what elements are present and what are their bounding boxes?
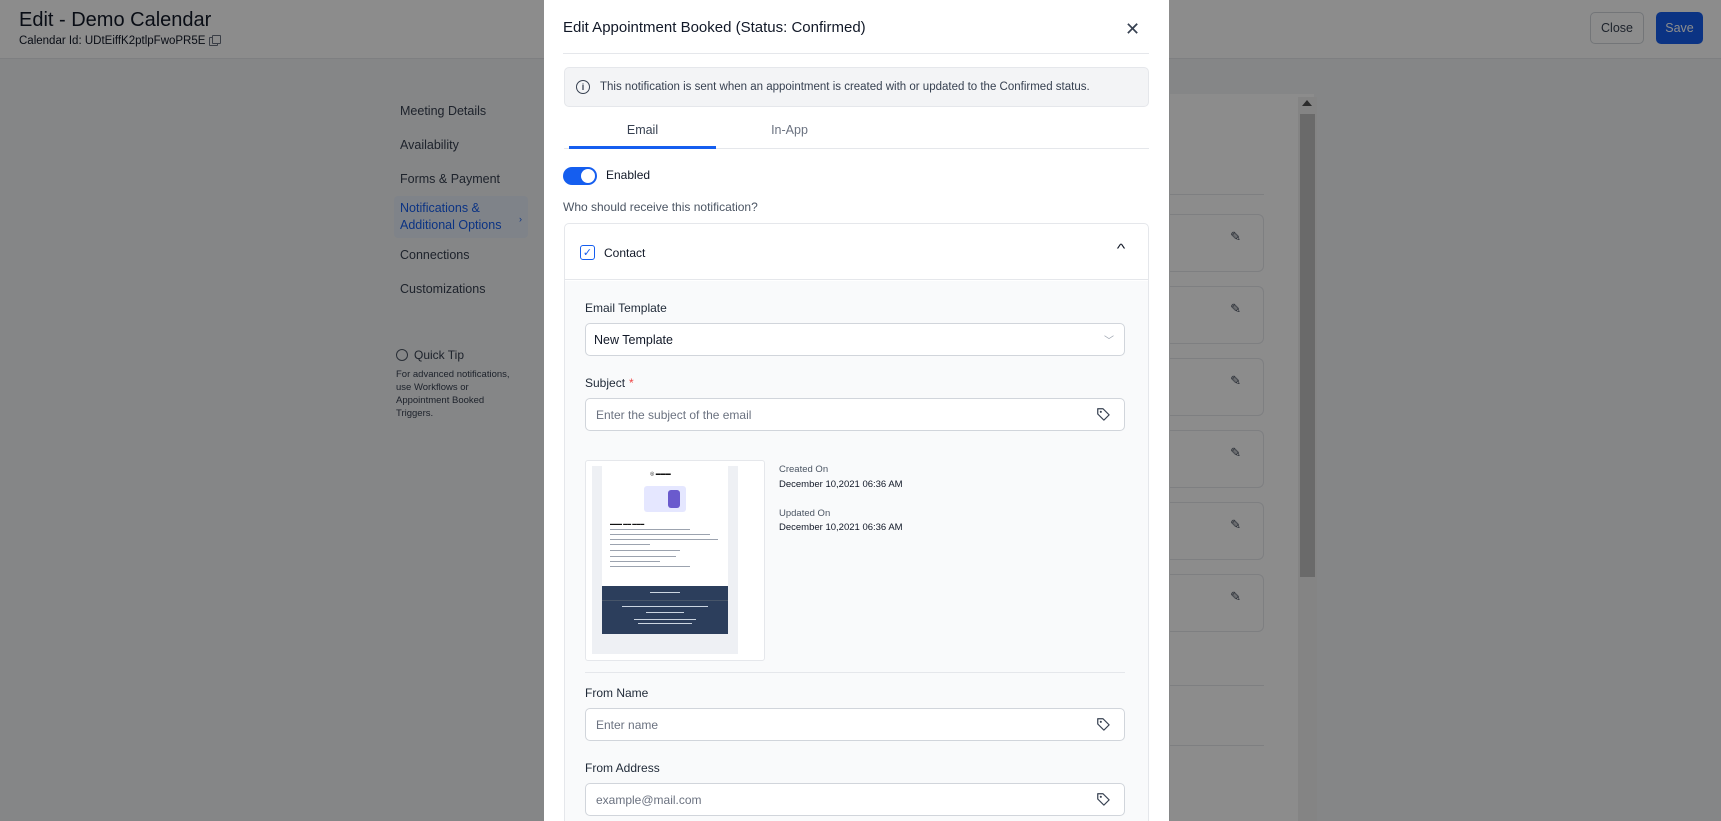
template-preview-thumbnail[interactable]: ◎ ▬▬▬ ▬▬▬ ▬▬ ▬▬▬ [585,460,765,661]
template-preview-page: ◎ ▬▬▬ ▬▬▬ ▬▬ ▬▬▬ [602,466,728,596]
preview-footer-line [602,600,728,601]
preview-line [610,529,690,530]
email-template-select[interactable]: New Template ﹀ [585,323,1125,356]
preview-footer-line [650,592,680,593]
contact-checkbox[interactable]: ✓ [580,245,595,260]
preview-line [610,534,710,535]
contact-section: ✓ Contact ^ Email Template New Template … [564,223,1149,821]
from-address-label: From Address [585,761,660,775]
preview-logo: ◎ ▬▬▬ [650,471,671,477]
preview-line [610,561,660,562]
preview-footer-line [638,623,692,624]
updated-on-label: Updated On [779,508,831,519]
contact-label: Contact [604,246,646,260]
preview-footer [602,586,728,634]
tag-icon[interactable] [1096,717,1110,731]
subject-input[interactable]: Enter the subject of the email [585,398,1125,431]
from-name-placeholder: Enter name [596,717,659,732]
preview-line [610,550,680,551]
subject-label-text: Subject [585,376,626,390]
updated-on-value: December 10,2021 06:36 AM [779,522,903,533]
tab-in-app[interactable]: In-App [716,120,863,149]
created-on-label: Created On [779,464,829,475]
tag-icon[interactable] [1096,407,1110,421]
info-icon: i [576,80,590,94]
tab-bar: Email In-App [564,120,1149,149]
template-preview-frame: ◎ ▬▬▬ ▬▬▬ ▬▬ ▬▬▬ [592,466,738,654]
email-template-label: Email Template [585,301,667,315]
divider [563,53,1149,54]
email-template-value: New Template [594,332,673,347]
required-marker: * [629,376,634,390]
divider [585,672,1125,673]
recipient-question: Who should receive this notification? [563,200,758,214]
enabled-label: Enabled [606,168,651,182]
contact-body: Email Template New Template ﹀ Subject * E… [565,281,1148,821]
close-icon[interactable]: ✕ [1125,19,1140,40]
preview-footer-line [646,612,684,613]
preview-footer-line [622,606,708,607]
created-on-value: December 10,2021 06:36 AM [779,479,903,490]
from-address-placeholder: example@mail.com [596,792,702,807]
edit-notification-modal: Edit Appointment Booked (Status: Confirm… [544,0,1169,821]
toggle-knob [581,169,595,183]
contact-header[interactable]: ✓ Contact ^ [565,224,1148,280]
enabled-toggle[interactable] [563,167,597,185]
chevron-up-icon[interactable]: ^ [1117,241,1126,256]
preview-heading: ▬▬▬ ▬▬ ▬▬▬ [610,521,645,526]
preview-line [610,556,676,557]
chevron-down-icon: ﹀ [1104,336,1114,347]
info-text: This notification is sent when an appoin… [600,81,1090,93]
preview-line [610,539,718,540]
subject-label: Subject * [585,376,634,390]
preview-footer-line [634,619,696,620]
preview-line [610,566,690,567]
tag-icon[interactable] [1096,792,1110,806]
subject-placeholder: Enter the subject of the email [596,407,752,422]
preview-line [610,544,650,545]
tab-email[interactable]: Email [569,120,716,149]
info-banner: i This notification is sent when an appo… [564,67,1149,107]
modal-title: Edit Appointment Booked (Status: Confirm… [563,19,866,36]
from-address-input[interactable]: example@mail.com [585,783,1125,816]
preview-illustration [644,486,686,512]
from-name-input[interactable]: Enter name [585,708,1125,741]
from-name-label: From Name [585,686,649,700]
